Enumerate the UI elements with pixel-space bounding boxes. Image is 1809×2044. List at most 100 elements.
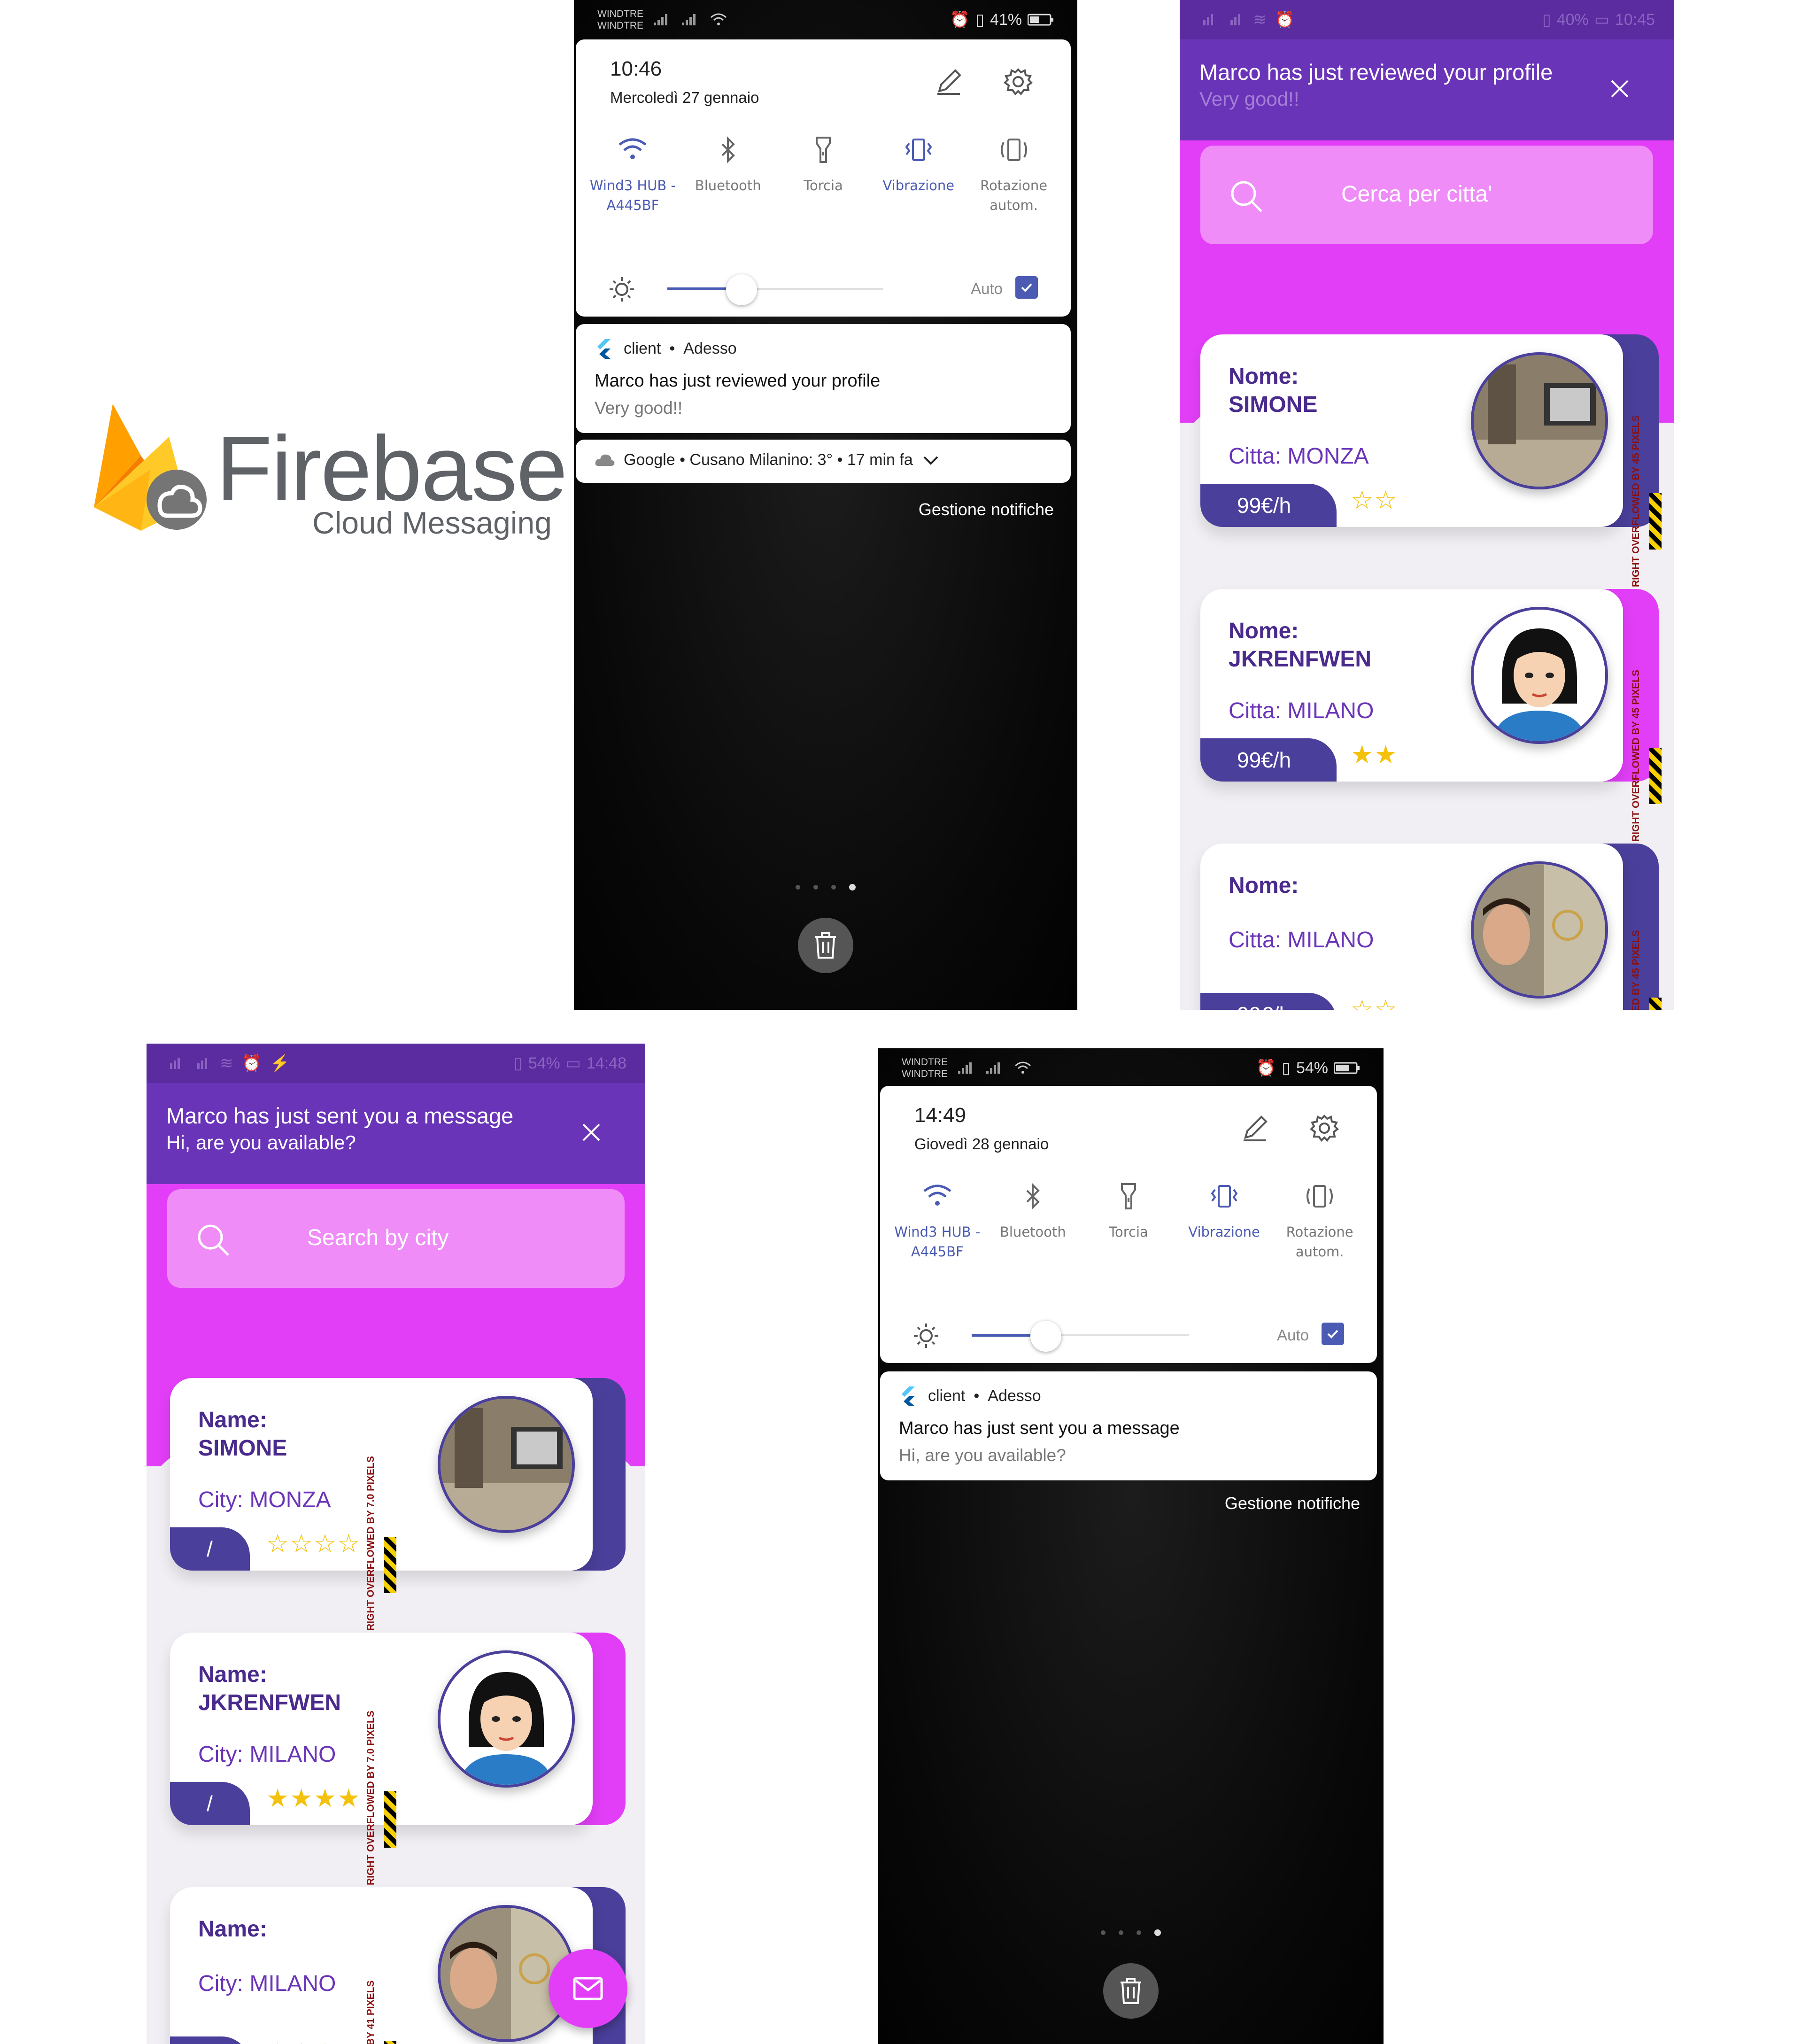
tile-flashlight[interactable]: Torcia [776, 133, 871, 215]
avatar [438, 1396, 575, 1533]
close-icon[interactable] [1608, 77, 1631, 101]
card-price: / [170, 2036, 250, 2044]
close-icon[interactable] [580, 1121, 603, 1144]
tile-flashlight[interactable]: Torcia [1081, 1180, 1176, 1262]
signal-icon [682, 14, 696, 25]
wifi-icon [923, 1185, 951, 1206]
tile-wifi[interactable]: Wind3 HUB - A445BF [585, 133, 680, 215]
signal-icon [654, 14, 667, 25]
card-city: City: MILANO [198, 1971, 336, 1996]
notification-header: client • Adesso [899, 1386, 1041, 1406]
signal-icon [1230, 14, 1240, 25]
search-input[interactable]: Cerca per citta' [1200, 146, 1653, 244]
card-name: Name: JKRENFWEN [198, 1662, 341, 1715]
card-name: Name: SIMONE [198, 1408, 287, 1461]
weather-text: Google • Cusano Milanino: 3° • 17 min fa [624, 451, 913, 469]
gear-icon[interactable] [1003, 67, 1033, 97]
avatar [1471, 861, 1608, 999]
clear-all-button[interactable] [798, 918, 853, 973]
signal-icon [986, 1062, 1000, 1074]
wifi-icon [618, 138, 647, 159]
status-time: 10:45 [1615, 10, 1655, 29]
woman-avatar-icon [441, 1653, 572, 1785]
phone-notification-shade-1: WINDTRE WINDTRE ⏰ ▯ 41% 10:46 Mercoledì 2… [574, 0, 1077, 1010]
card-price: 99€/h [1200, 484, 1337, 527]
wifi-icon: ≋ [1253, 11, 1267, 29]
gear-icon[interactable] [1309, 1113, 1339, 1143]
clock-date: Mercoledì 27 gennaio [610, 89, 759, 106]
quick-tiles: Wind3 HUB - A445BF Bluetooth Torcia Vibr… [585, 133, 1061, 215]
card-city: Citta: MILANO [1229, 698, 1374, 723]
wifi-icon [1015, 1061, 1031, 1074]
card-rating: ☆☆ [1351, 995, 1398, 1010]
tile-label: Torcia [804, 178, 843, 194]
in-app-notification-banner[interactable]: Marco has just sent you a message Hi, ar… [147, 1083, 645, 1184]
clear-all-button[interactable] [1103, 1963, 1159, 2019]
card-city: Citta: MILANO [1229, 928, 1374, 952]
quick-tiles: Wind3 HUB - A445BF Bluetooth Torcia Vibr… [889, 1180, 1368, 1262]
clock-time: 10:46 [610, 57, 662, 80]
firebase-wordmark: Firebase [216, 417, 568, 520]
notification-app-name: client [928, 1386, 966, 1405]
chevron-down-icon[interactable] [921, 453, 940, 467]
alarm-icon: ⏰ [1275, 11, 1295, 29]
manage-notifications-link[interactable]: Gestione notifiche [919, 500, 1054, 519]
room-photo-icon [1474, 355, 1605, 487]
in-app-notification-banner[interactable]: Marco has just reviewed your profile Ver… [1180, 39, 1674, 140]
signal-icon [1203, 14, 1213, 25]
card-city: City: MONZA [198, 1487, 331, 1512]
overflow-warning: ED BY 45 PIXELS [1631, 927, 1662, 1010]
room-photo-icon [441, 1399, 572, 1530]
tile-label: Wind3 HUB - A445BF [589, 178, 676, 213]
vibrate-status-icon: ▯ [1282, 1059, 1291, 1077]
search-input[interactable]: Search by city [167, 1189, 625, 1288]
tile-rotation[interactable]: Rotazione autom. [966, 133, 1061, 215]
page-indicator [796, 884, 856, 890]
edit-icon[interactable] [1241, 1114, 1269, 1142]
vibrate-icon [1211, 1185, 1238, 1208]
wifi-icon [711, 13, 727, 25]
vibrate-status-icon: ▯ [975, 11, 984, 29]
tile-vibration[interactable]: Vibrazione [1176, 1180, 1272, 1262]
manage-notifications-link[interactable]: Gestione notifiche [1225, 1494, 1360, 1513]
quick-settings-panel: 14:49 Giovedì 28 gennaio Wind3 HUB - A44… [880, 1086, 1377, 1380]
card-rating: ★★★ [266, 2038, 337, 2044]
edit-icon[interactable] [935, 68, 963, 96]
card-price: / [170, 1782, 250, 1825]
status-bar: WINDTRE WINDTRE ⏰ ▯ 54% [878, 1048, 1384, 1088]
notification-app-name: client [624, 339, 661, 357]
notification-card[interactable]: client • Adesso Marco has just reviewed … [576, 324, 1071, 433]
auto-brightness-checkbox[interactable] [1322, 1323, 1344, 1345]
avatar [1471, 607, 1608, 744]
notification-card[interactable]: client • Adesso Marco has just sent you … [880, 1371, 1377, 1480]
tile-bluetooth[interactable]: Bluetooth [985, 1180, 1081, 1262]
rotate-icon [1000, 139, 1027, 161]
tile-wifi[interactable]: Wind3 HUB - A445BF [889, 1180, 985, 1262]
card-price: / [170, 1527, 250, 1571]
alarm-icon: ⏰ [1256, 1059, 1276, 1077]
overflow-warning: D BY 41 PIXELS [365, 1971, 397, 2044]
woman-avatar-icon [1474, 610, 1605, 741]
brightness-slider-thumb[interactable] [1030, 1321, 1061, 1352]
flutter-status-icon: ⚡ [270, 1054, 290, 1072]
tile-label: Vibrazione [882, 178, 955, 194]
brightness-slider-thumb[interactable] [726, 274, 757, 305]
status-bar: ≋ ⏰ ▯ 40% ▭ 10:45 [1180, 0, 1674, 39]
battery-icon: ▭ [565, 1054, 581, 1072]
battery-icon: ▭ [1594, 11, 1609, 29]
auto-brightness-label: Auto [971, 280, 1003, 297]
overflow-warning: RIGHT OVERFLOWED BY 7.0 PIXELS [365, 1711, 397, 1885]
flashlight-icon [1121, 1183, 1136, 1209]
auto-brightness-checkbox[interactable] [1015, 276, 1038, 299]
signal-icon [197, 1058, 207, 1069]
battery-percent: 40% [1556, 10, 1589, 29]
message-fab[interactable] [549, 1949, 627, 2028]
weather-notification[interactable]: Google • Cusano Milanino: 3° • 17 min fa [576, 440, 1071, 483]
tile-label: Rotazione autom. [980, 178, 1048, 213]
tile-label: Bluetooth [1000, 1224, 1066, 1240]
tile-bluetooth[interactable]: Bluetooth [680, 133, 776, 215]
card-rating: ★★★★ [266, 1784, 361, 1812]
status-bar: WINDTRE WINDTRE ⏰ ▯ 41% [574, 0, 1077, 39]
tile-vibration[interactable]: Vibrazione [871, 133, 966, 215]
tile-rotation[interactable]: Rotazione autom. [1272, 1180, 1368, 1262]
